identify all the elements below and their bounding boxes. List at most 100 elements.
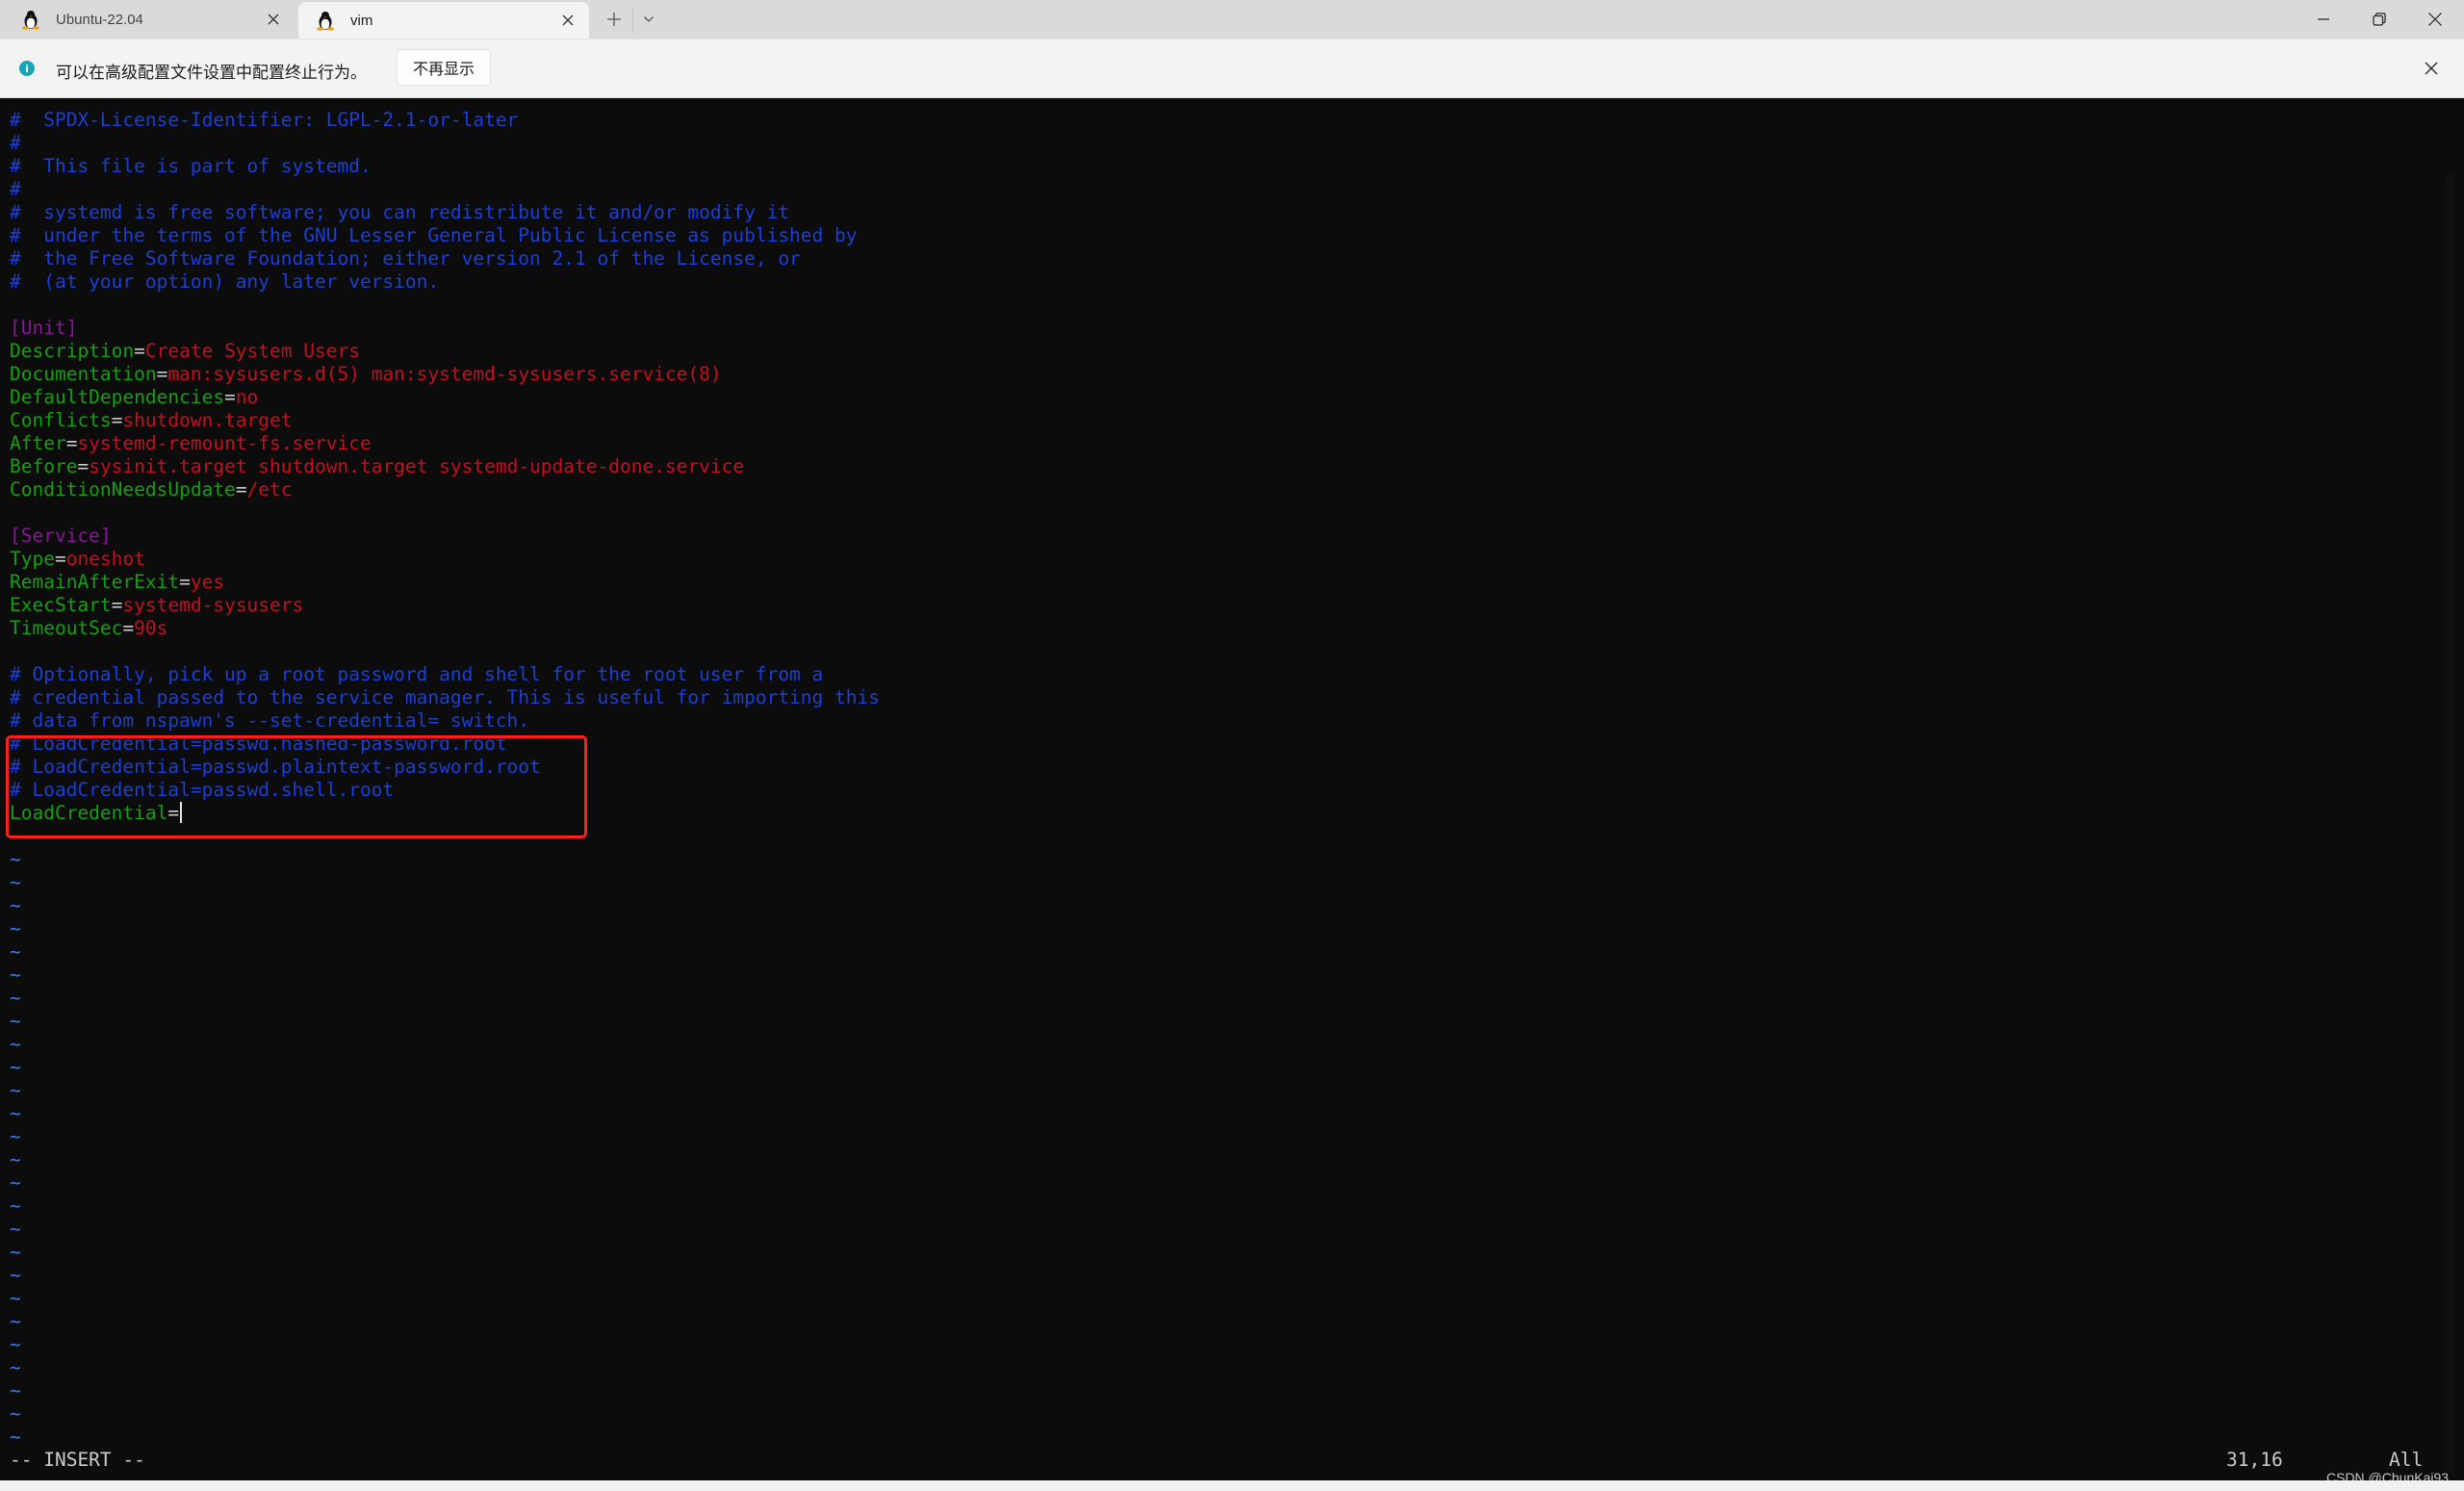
restore-icon xyxy=(2373,13,2386,26)
empty-line-tilde: ~ xyxy=(10,1010,21,1032)
config-value: systemd-sysusers xyxy=(122,594,304,616)
tab-title: vim xyxy=(350,12,373,29)
tab-vim[interactable]: vim xyxy=(298,2,589,39)
terminal-scrollbar[interactable] xyxy=(2447,173,2454,1473)
empty-line-tilde: ~ xyxy=(10,964,21,986)
config-value: systemd-remount-fs.service xyxy=(77,432,372,454)
config-value: 90s xyxy=(134,617,168,639)
buffer-line: # the Free Software Foundation; either v… xyxy=(10,247,880,270)
restore-button[interactable] xyxy=(2352,0,2406,39)
equals-sign: = xyxy=(111,409,123,431)
vim-mode-indicator: -- INSERT -- xyxy=(10,1449,145,1471)
info-icon: i xyxy=(19,61,35,76)
section-header: [Service] xyxy=(10,525,112,547)
comment-text: # xyxy=(10,132,21,154)
equals-sign: = xyxy=(179,571,191,593)
buffer-line: # credential passed to the service manag… xyxy=(10,686,880,709)
buffer-line xyxy=(10,640,880,663)
empty-line-tilde: ~ xyxy=(10,987,21,1009)
equals-sign: = xyxy=(224,386,236,408)
equals-sign: = xyxy=(65,432,78,454)
buffer-line: # xyxy=(10,178,880,201)
config-key: TimeoutSec xyxy=(10,617,123,639)
text-cursor xyxy=(180,802,183,823)
buffer-line: TimeoutSec=90s xyxy=(10,617,880,640)
empty-line-tilde: ~ xyxy=(10,1125,21,1147)
empty-line-tilde: ~ xyxy=(10,917,21,939)
buffer-line: # This file is part of systemd. xyxy=(10,155,880,178)
buffer-line xyxy=(10,501,880,525)
equals-sign: = xyxy=(156,363,168,385)
buffer-line: ExecStart=systemd-sysusers xyxy=(10,594,880,617)
equals-sign: = xyxy=(235,478,247,501)
comment-text: # LoadCredential=passwd.plaintext-passwo… xyxy=(10,756,541,778)
dont-show-again-button[interactable]: 不再显示 xyxy=(397,49,491,86)
buffer-line: LoadCredential= xyxy=(10,802,880,825)
infobar-close-button[interactable] xyxy=(2422,59,2441,78)
config-key: ExecStart xyxy=(10,594,112,616)
chevron-down-icon xyxy=(644,16,654,22)
comment-text: # systemd is free software; you can redi… xyxy=(10,201,790,223)
tab-close-icon[interactable] xyxy=(266,12,281,27)
terminal-pane[interactable]: # SPDX-License-Identifier: LGPL-2.1-or-l… xyxy=(0,98,2464,1480)
tab-separator xyxy=(632,6,633,33)
buffer-line: After=systemd-remount-fs.service xyxy=(10,432,880,455)
config-key: LoadCredential xyxy=(10,802,168,824)
tab-dropdown-button[interactable] xyxy=(637,6,660,33)
buffer-line: Description=Create System Users xyxy=(10,340,880,363)
comment-text: # data from nspawn's --set-credential= s… xyxy=(10,709,530,732)
vim-buffer[interactable]: # SPDX-License-Identifier: LGPL-2.1-or-l… xyxy=(10,109,880,1449)
buffer-line: # data from nspawn's --set-credential= s… xyxy=(10,709,880,733)
config-key: Before xyxy=(10,455,78,477)
config-key: Documentation xyxy=(10,363,157,385)
config-key: After xyxy=(10,432,66,454)
comment-text: # SPDX-License-Identifier: LGPL-2.1-or-l… xyxy=(10,109,519,131)
empty-line-tilde: ~ xyxy=(10,1102,21,1124)
empty-line-tilde: ~ xyxy=(10,1079,21,1101)
buffer-line: # under the terms of the GNU Lesser Gene… xyxy=(10,224,880,247)
config-key: Description xyxy=(10,340,135,362)
comment-text: # under the terms of the GNU Lesser Gene… xyxy=(10,224,858,246)
buffer-line: # xyxy=(10,132,880,155)
config-value: /etc xyxy=(246,478,293,501)
empty-line-tilde: ~ xyxy=(10,871,21,893)
buffer-line: # SPDX-License-Identifier: LGPL-2.1-or-l… xyxy=(10,109,880,132)
config-value: sysinit.target shutdown.target systemd-u… xyxy=(89,455,745,477)
tab-bar: Ubuntu-22.04 vim xyxy=(0,0,2464,39)
buffer-line: [Unit] xyxy=(10,317,880,340)
buffer-line: # systemd is free software; you can redi… xyxy=(10,201,880,224)
empty-line-tilde: ~ xyxy=(10,1056,21,1078)
equals-sign: = xyxy=(122,617,135,639)
minimize-icon xyxy=(2318,18,2329,20)
buffer-line: # LoadCredential=passwd.plaintext-passwo… xyxy=(10,756,880,779)
window-bottom-border xyxy=(0,1480,2464,1491)
comment-text: # LoadCredential=passwd.hashed-password.… xyxy=(10,733,507,755)
comment-text: # the Free Software Foundation; either v… xyxy=(10,247,801,270)
empty-line-tilde: ~ xyxy=(10,894,21,916)
empty-line-tilde: ~ xyxy=(10,1195,21,1217)
empty-line-tilde: ~ xyxy=(10,825,21,847)
empty-line-tilde: ~ xyxy=(10,1287,21,1309)
info-message: 可以在高级配置文件设置中配置终止行为。 xyxy=(56,64,367,83)
buffer-line: DefaultDependencies=no xyxy=(10,386,880,409)
tab-title: Ubuntu-22.04 xyxy=(56,11,143,28)
section-header: [Unit] xyxy=(10,317,78,339)
close-window-button[interactable] xyxy=(2408,0,2462,39)
empty-line-tilde: ~ xyxy=(10,1148,21,1170)
buffer-line: Documentation=man:sysusers.d(5) man:syst… xyxy=(10,363,880,386)
tab-ubuntu[interactable]: Ubuntu-22.04 xyxy=(0,0,295,39)
close-icon xyxy=(2425,62,2438,75)
config-value: shutdown.target xyxy=(122,409,293,431)
equals-sign: = xyxy=(77,455,90,477)
empty-line-tilde: ~ xyxy=(10,1310,21,1332)
config-key: ConditionNeedsUpdate xyxy=(10,478,236,501)
empty-line-tilde: ~ xyxy=(10,1426,21,1448)
empty-line-tilde: ~ xyxy=(10,1379,21,1401)
buffer-line: Type=oneshot xyxy=(10,548,880,571)
comment-text: # (at your option) any later version. xyxy=(10,270,440,293)
minimize-button[interactable] xyxy=(2297,0,2350,39)
empty-line-tilde: ~ xyxy=(10,848,21,870)
cursor-position: 31,16 xyxy=(2226,1449,2283,1471)
new-tab-button[interactable] xyxy=(601,6,628,33)
tab-close-icon[interactable] xyxy=(560,13,576,28)
